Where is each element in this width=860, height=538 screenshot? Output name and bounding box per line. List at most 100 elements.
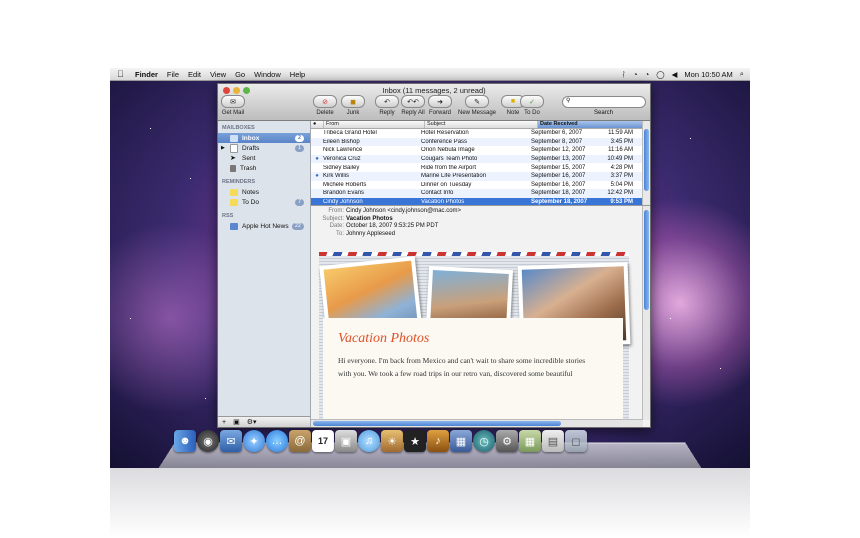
- menu-window[interactable]: Window: [254, 70, 281, 79]
- todo-button[interactable]: ✓ To Do: [520, 95, 544, 116]
- action-gear-icon[interactable]: ⚙▾: [247, 418, 257, 426]
- show-photo-browser-icon[interactable]: ▣: [233, 418, 240, 426]
- table-row-selected[interactable]: Cindy Johnson Vacation Photos September …: [311, 197, 650, 206]
- sidebar-item-label: Drafts: [242, 144, 260, 152]
- table-row[interactable]: Sidney Bailey Ride from the Airport Sept…: [311, 163, 650, 172]
- subject-label: Subject:: [322, 215, 344, 222]
- address-book-icon[interactable]: @: [289, 430, 311, 452]
- table-row[interactable]: Nick Lawrence Orion Nebula Image Septemb…: [311, 146, 650, 155]
- table-row[interactable]: Tribeca Grand Hotel Hotel Reservation Se…: [311, 129, 650, 138]
- preview-icon[interactable]: ▣: [335, 430, 357, 452]
- time-machine-icon[interactable]: ◔: [633, 70, 638, 79]
- sidebar-item-drafts[interactable]: ▶ Drafts 1: [218, 143, 310, 153]
- sidebar-item-trash[interactable]: Trash: [218, 163, 310, 173]
- search-label: Search: [594, 110, 614, 116]
- imovie-icon[interactable]: ★: [404, 430, 426, 452]
- dashboard-icon[interactable]: ◉: [197, 430, 219, 452]
- message-date: September 8, 2007: [531, 138, 583, 145]
- ichat-icon[interactable]: …: [266, 430, 288, 452]
- itunes-icon[interactable]: ♫: [358, 430, 380, 452]
- system-preferences-icon[interactable]: ⚙: [496, 430, 518, 452]
- table-row[interactable]: ● Veronica Cruz Cougars Team Photo Septe…: [311, 154, 650, 164]
- star: [670, 318, 671, 319]
- new-message-button[interactable]: ✎ New Message: [458, 95, 496, 116]
- message-list-scrollbar[interactable]: [642, 121, 650, 205]
- sidebar-item-label: Apple Hot News: [242, 222, 289, 230]
- date-label: Date:: [329, 223, 344, 230]
- sidebar-item-todo[interactable]: To Do 7: [218, 197, 310, 207]
- sidebar-item-notes[interactable]: Notes: [218, 187, 310, 197]
- table-row[interactable]: ● Kirk Willis Marine Life Presentation S…: [311, 171, 650, 181]
- spaces-icon[interactable]: ▦: [450, 430, 472, 452]
- menubar-clock[interactable]: Mon 10:50 AM: [684, 70, 732, 79]
- sidebar-item-sent[interactable]: ➤ Sent: [218, 153, 310, 163]
- envelope-icon: ✉: [221, 95, 245, 108]
- photo-stack-icon[interactable]: ▦: [519, 430, 541, 452]
- garageband-icon[interactable]: ♪: [427, 430, 449, 452]
- junk-button[interactable]: ◼ Junk: [341, 95, 365, 116]
- menu-view[interactable]: View: [210, 70, 226, 79]
- sidebar-item-inbox[interactable]: Inbox 2: [218, 133, 310, 143]
- apple-menu-icon[interactable]: : [117, 69, 127, 79]
- bluetooth-icon[interactable]: ᛛ: [622, 70, 627, 79]
- mail-icon[interactable]: ✉: [220, 430, 242, 452]
- message-from: Eileen Bishop: [323, 138, 360, 145]
- search-input[interactable]: ⚲: [562, 96, 646, 108]
- table-row[interactable]: Eileen Bishop Conference Pass September …: [311, 137, 650, 147]
- inbox-icon: [230, 134, 238, 142]
- reminders-header: REMINDERS: [222, 179, 256, 185]
- preview-horizontal-scrollbar[interactable]: [311, 419, 643, 427]
- ical-icon[interactable]: 17: [312, 430, 334, 452]
- message-from: Veronica Cruz: [323, 156, 361, 163]
- scrollbar-thumb[interactable]: [644, 210, 649, 310]
- forward-button[interactable]: ➜ Forward: [428, 95, 452, 116]
- message-time: 9:53 PM: [610, 199, 633, 206]
- mailbox-sidebar: MAILBOXES Inbox 2 ▶ Drafts 1 ➤ Sent Tras…: [218, 121, 311, 427]
- safari-icon[interactable]: ✦: [243, 430, 265, 452]
- reply-all-button[interactable]: ↶↶ Reply All: [401, 95, 425, 116]
- message-subject: Cougars Team Photo: [421, 156, 478, 163]
- message-recipient[interactable]: Johnny Appleseed: [346, 231, 395, 237]
- date-column-header[interactable]: Date Received: [538, 121, 644, 128]
- menu-extras: ᛛ ◔ ◔ ◯ ◀ Mon 10:50 AM ⌕: [622, 69, 744, 79]
- menu-go[interactable]: Go: [235, 70, 245, 79]
- get-mail-button[interactable]: ✉ Get Mail: [221, 95, 245, 116]
- message-list-header: ● From Subject Date Received: [311, 121, 650, 129]
- disclosure-triangle-icon[interactable]: ▶: [221, 145, 225, 151]
- table-row[interactable]: Brandon Evans Contact Info September 18,…: [311, 189, 650, 198]
- from-column-header[interactable]: From: [324, 121, 425, 128]
- menu-help[interactable]: Help: [290, 70, 305, 79]
- preview-scrollbar[interactable]: [642, 206, 650, 420]
- ichat-icon[interactable]: ◯: [656, 70, 664, 79]
- star: [150, 128, 151, 129]
- message-time: 4:28 PM: [610, 164, 633, 171]
- scrollbar-thumb[interactable]: [313, 421, 561, 426]
- subject-column-header[interactable]: Subject: [425, 121, 538, 128]
- star: [205, 398, 206, 399]
- scrollbar-thumb[interactable]: [644, 129, 649, 191]
- finder-icon[interactable]: ☻: [174, 430, 196, 452]
- sent-icon: ➤: [230, 154, 236, 162]
- spotlight-icon[interactable]: ⌕: [740, 69, 744, 79]
- body-text: Hi everyone. I'm back from Mexico and ca…: [338, 354, 608, 380]
- wifi-icon[interactable]: ◔: [645, 70, 650, 79]
- message-time: 3:37 PM: [610, 173, 633, 180]
- delete-button[interactable]: ⊘ Delete: [313, 95, 337, 116]
- time-machine-dock-icon[interactable]: ◷: [473, 430, 495, 452]
- table-row[interactable]: Michele Roberts Dinner on Tuesday Septem…: [311, 181, 650, 190]
- volume-icon[interactable]: ◀: [672, 70, 678, 79]
- reply-button[interactable]: ↶ Reply: [375, 95, 399, 116]
- sidebar-item-apple-hot-news[interactable]: Apple Hot News 22: [218, 221, 310, 231]
- documents-stack-icon[interactable]: ▤: [542, 430, 564, 452]
- menu-file[interactable]: File: [167, 70, 179, 79]
- todo-badge: 7: [294, 198, 304, 206]
- unread-column-header[interactable]: ●: [311, 121, 324, 128]
- menu-edit[interactable]: Edit: [188, 70, 201, 79]
- menu-app-name[interactable]: Finder: [135, 70, 158, 79]
- iphoto-icon[interactable]: ☀: [381, 430, 403, 452]
- to-label: To:: [335, 230, 344, 237]
- message-sender[interactable]: Cindy Johnson <cindy.johnson@mac.com>: [346, 208, 461, 214]
- trash-icon[interactable]: ◻: [565, 430, 587, 452]
- add-mailbox-icon[interactable]: +: [222, 419, 226, 426]
- message-subject: Contact Info: [421, 190, 454, 197]
